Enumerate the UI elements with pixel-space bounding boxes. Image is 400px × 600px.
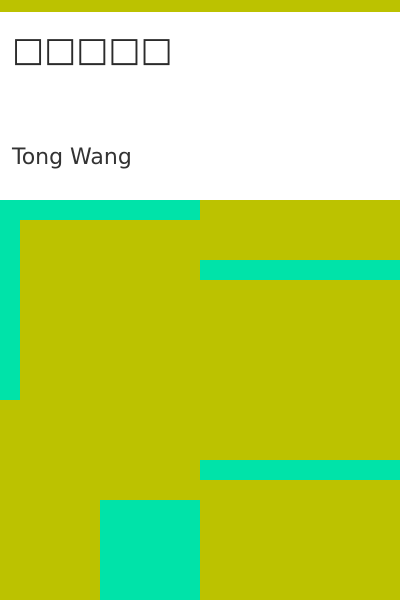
top-band — [0, 0, 400, 12]
book-author: Tong Wang — [12, 145, 132, 170]
book-cover: □□□□□ Tong Wang — [0, 0, 400, 600]
accent-bar-left — [0, 200, 20, 400]
accent-bar-top — [0, 200, 200, 220]
cover-art — [0, 200, 400, 600]
accent-stripe-middle — [200, 260, 400, 280]
accent-stripe-lower — [200, 460, 400, 480]
title-panel: □□□□□ Tong Wang — [0, 12, 400, 200]
book-title: □□□□□ — [12, 30, 173, 70]
accent-block-bottom — [100, 500, 200, 600]
